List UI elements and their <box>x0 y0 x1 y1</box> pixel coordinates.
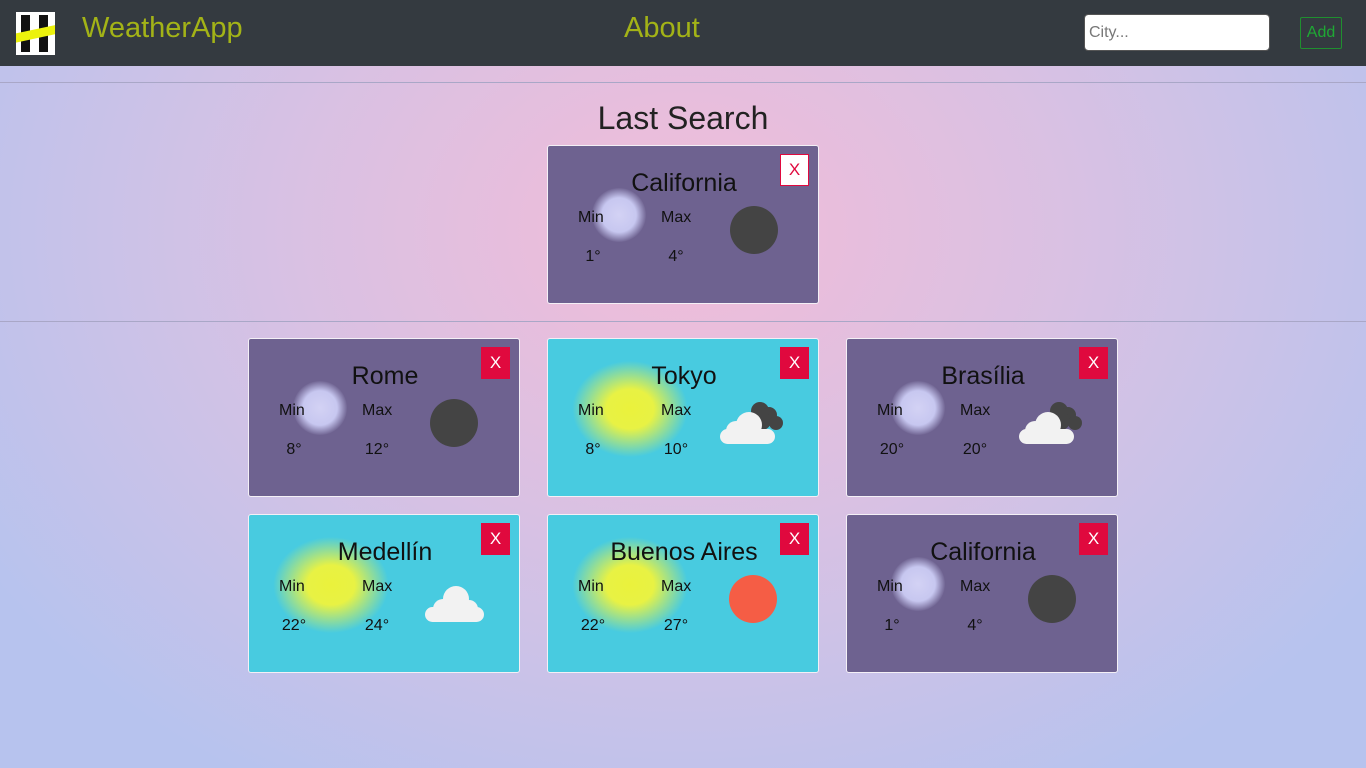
moon-icon <box>714 202 794 262</box>
sun-icon <box>714 571 794 631</box>
cloudy-icon <box>714 395 794 455</box>
divider <box>0 82 1366 83</box>
remove-button[interactable]: X <box>1079 523 1108 555</box>
remove-button[interactable]: X <box>481 347 510 379</box>
last-search-card: California Min Max 1° 4° X <box>547 145 819 304</box>
max-temp: 20° <box>962 441 988 458</box>
remove-button[interactable]: X <box>780 523 809 555</box>
min-label: Min <box>578 209 604 226</box>
add-city-button[interactable]: Add <box>1300 17 1342 49</box>
min-label: Min <box>279 578 305 595</box>
min-temp: 1° <box>884 617 900 634</box>
min-label: Min <box>877 578 903 595</box>
city-name: Tokyo <box>651 362 717 390</box>
app-logo[interactable] <box>16 12 55 55</box>
max-label: Max <box>661 209 692 226</box>
city-card-california: California Min Max 1° 4° X <box>846 514 1118 673</box>
min-temp: 8° <box>286 441 302 458</box>
city-card-brasilia: Brasília Min Max 20° 20° X <box>846 338 1118 497</box>
max-temp: 12° <box>364 441 390 458</box>
max-label: Max <box>960 578 991 595</box>
city-name: Rome <box>351 362 419 390</box>
city-card-rome: Rome Min Max 8° 12° X <box>248 338 520 497</box>
city-search-input[interactable] <box>1084 14 1270 51</box>
min-temp: 8° <box>585 441 601 458</box>
min-temp: 1° <box>585 248 601 265</box>
city-name: Medellín <box>337 538 433 566</box>
navbar: WeatherApp About Add <box>0 0 1366 66</box>
remove-button[interactable]: X <box>780 154 809 186</box>
min-temp: 22° <box>580 617 606 634</box>
city-name: California <box>930 538 1036 566</box>
brand-link[interactable]: WeatherApp <box>82 12 243 45</box>
city-card-buenos-aires: Buenos Aires Min Max 22° 27° X <box>547 514 819 673</box>
city-card-tokyo: Tokyo Min Max 8° 10° X <box>547 338 819 497</box>
max-label: Max <box>362 402 393 419</box>
city-name: California <box>631 169 737 197</box>
min-temp: 22° <box>281 617 307 634</box>
remove-button[interactable]: X <box>780 347 809 379</box>
max-temp: 10° <box>663 441 689 458</box>
remove-button[interactable]: X <box>481 523 510 555</box>
cloudy-icon <box>1013 395 1093 455</box>
moon-icon <box>415 395 495 455</box>
max-temp: 27° <box>663 617 689 634</box>
city-card-medellin: Medellín Min Max 22° 24° X <box>248 514 520 673</box>
city-name: Buenos Aires <box>610 538 758 566</box>
last-search-title: Last Search <box>597 100 769 136</box>
min-temp: 20° <box>879 441 905 458</box>
moon-icon <box>1013 571 1093 631</box>
remove-button[interactable]: X <box>1079 347 1108 379</box>
city-name: Brasília <box>941 362 1025 390</box>
about-link[interactable]: About <box>624 12 700 45</box>
divider <box>0 321 1366 322</box>
cloud-icon <box>415 571 495 631</box>
max-label: Max <box>362 578 393 595</box>
min-label: Min <box>578 402 604 419</box>
max-label: Max <box>661 578 692 595</box>
max-temp: 4° <box>668 248 684 265</box>
min-label: Min <box>279 402 305 419</box>
max-temp: 24° <box>364 617 390 634</box>
max-temp: 4° <box>967 617 983 634</box>
max-label: Max <box>661 402 692 419</box>
min-label: Min <box>877 402 903 419</box>
max-label: Max <box>960 402 991 419</box>
min-label: Min <box>578 578 604 595</box>
